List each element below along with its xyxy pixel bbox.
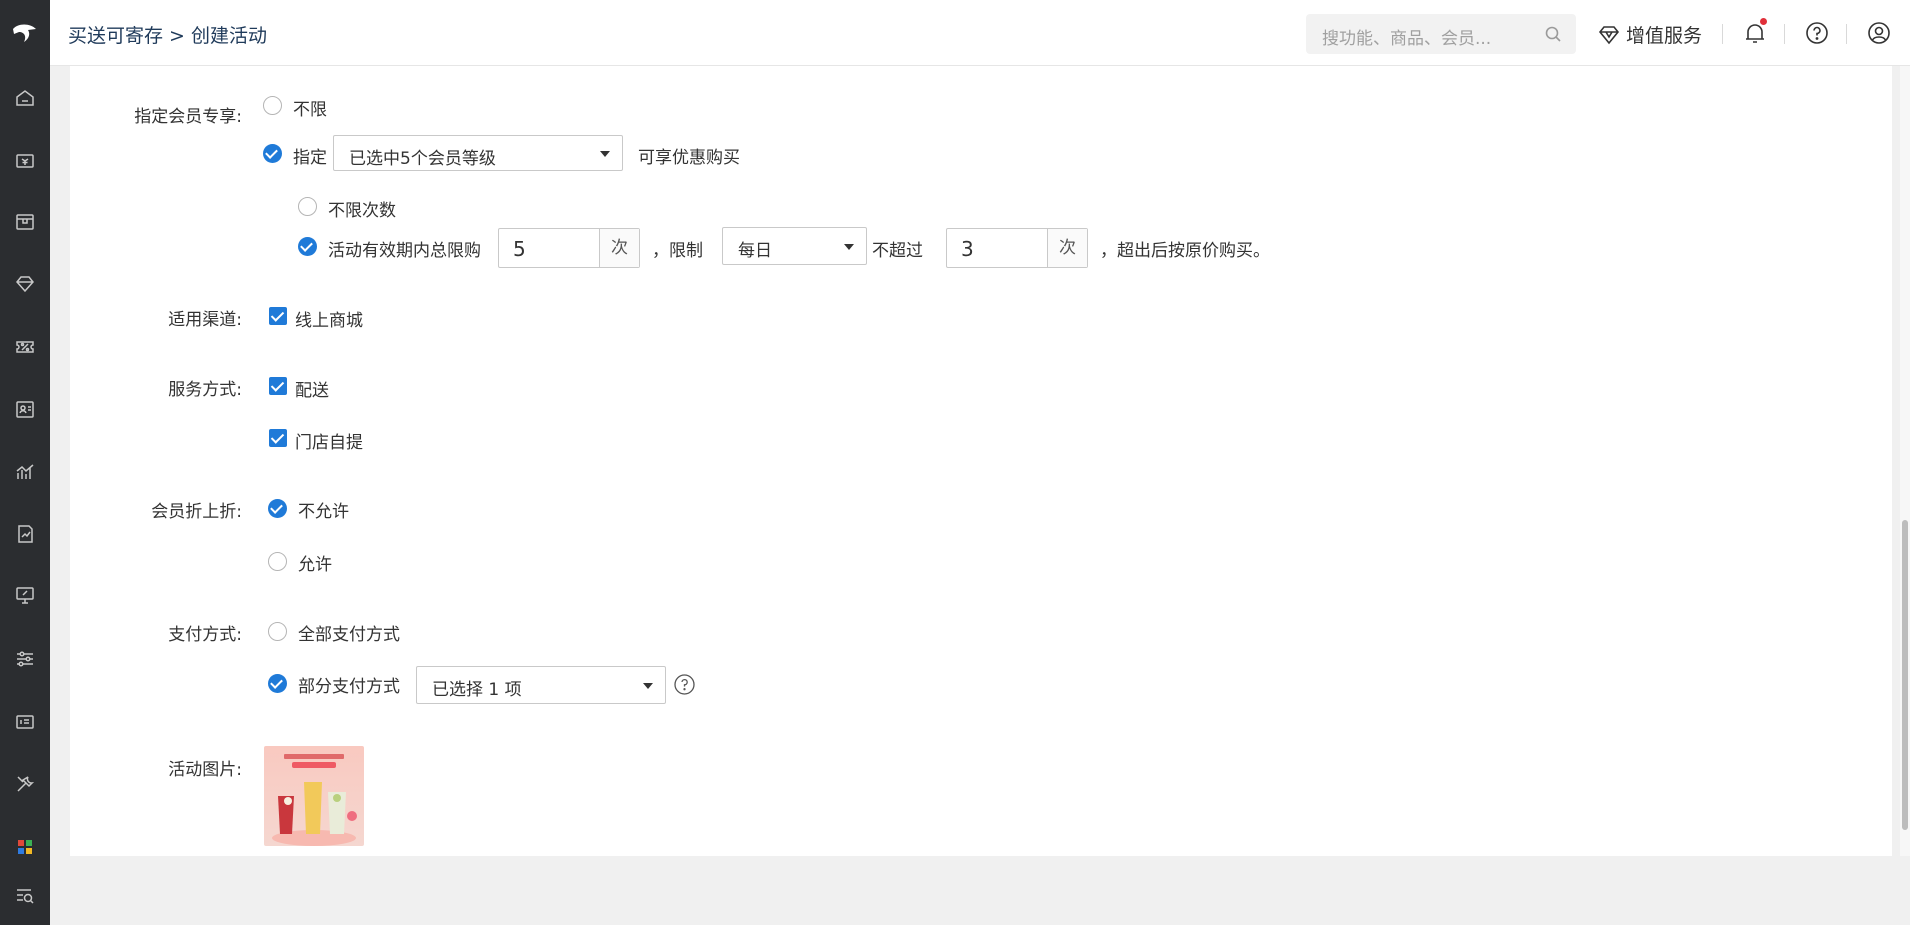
- search-box[interactable]: 搜功能、商品、会员...: [1306, 14, 1576, 54]
- payment-method-select-value: 已选择 1 项: [432, 680, 522, 700]
- per-period-limit-unit: 次: [1047, 229, 1087, 267]
- member-level-select-value: 已选中5个会员等级: [349, 149, 496, 169]
- member-exclusive-label: 指定会员专享:: [134, 107, 242, 127]
- total-limit-unit: 次: [599, 229, 639, 267]
- period-select[interactable]: 每日: [722, 227, 867, 265]
- help-icon[interactable]: [1804, 20, 1830, 46]
- radio-total-limit[interactable]: [298, 237, 317, 256]
- sidebar: [0, 0, 50, 925]
- member-exclusive-suffix: 可享优惠购买: [638, 148, 740, 168]
- checkbox-delivery[interactable]: [269, 377, 287, 395]
- radio-member-unlimited[interactable]: [263, 96, 282, 115]
- apps-icon[interactable]: [0, 827, 50, 867]
- radio-partial-payment-label: 部分支付方式: [298, 677, 400, 697]
- bell-icon[interactable]: [1742, 18, 1768, 46]
- top-header: 买送可寄存 > 创建活动 搜功能、商品、会员... 增值服务: [50, 0, 1910, 66]
- box-icon[interactable]: [0, 202, 50, 242]
- cashier-icon[interactable]: [0, 141, 50, 181]
- member-discount-label: 会员折上折:: [151, 502, 242, 522]
- checkbox-online-mall-label: 线上商城: [295, 311, 363, 331]
- radio-allowed[interactable]: [268, 552, 287, 571]
- radio-unlimited-times-label: 不限次数: [328, 201, 396, 221]
- radio-member-specify-label: 指定: [293, 148, 327, 168]
- not-exceed-text: 不超过: [872, 241, 923, 261]
- divider: [1846, 24, 1847, 44]
- activity-image-label: 活动图片:: [168, 760, 242, 780]
- value-added-service-button[interactable]: 增值服务: [1598, 21, 1702, 48]
- chevron-down-icon: [600, 151, 610, 157]
- sliders-icon[interactable]: [0, 639, 50, 679]
- coupon-icon[interactable]: [0, 327, 50, 367]
- divider: [1784, 24, 1785, 44]
- user-account-icon[interactable]: [1866, 20, 1892, 46]
- limit-comma-text: ，限制: [652, 241, 703, 261]
- per-period-limit-value[interactable]: 3: [961, 237, 974, 261]
- activity-image-thumbnail[interactable]: [264, 746, 364, 846]
- notification-dot: [1760, 18, 1767, 25]
- help-circle-icon[interactable]: [674, 674, 695, 695]
- radio-member-specify[interactable]: [263, 144, 282, 163]
- chevron-down-icon: [844, 244, 854, 250]
- search-icon[interactable]: [1544, 25, 1562, 47]
- checkbox-delivery-label: 配送: [295, 381, 329, 401]
- payment-label: 支付方式:: [168, 625, 242, 645]
- radio-not-allowed-label: 不允许: [298, 502, 349, 522]
- diamond-icon: [1598, 25, 1620, 44]
- channel-label: 适用渠道:: [168, 310, 242, 330]
- period-select-value: 每日: [738, 241, 772, 261]
- scrollbar[interactable]: [1900, 66, 1910, 856]
- breadcrumb: 买送可寄存 > 创建活动: [68, 25, 267, 47]
- checkbox-pickup-label: 门店自提: [295, 433, 363, 453]
- checkbox-pickup[interactable]: [269, 429, 287, 447]
- radio-all-payment[interactable]: [268, 622, 287, 641]
- radio-unlimited-times[interactable]: [298, 197, 317, 216]
- search-input[interactable]: 搜功能、商品、会员...: [1322, 24, 1491, 49]
- total-limit-input[interactable]: 5 次: [498, 228, 640, 268]
- radio-not-allowed[interactable]: [268, 499, 287, 518]
- scrollbar-thumb[interactable]: [1902, 520, 1908, 830]
- search-list-icon[interactable]: [0, 876, 50, 916]
- member-level-select[interactable]: 已选中5个会员等级: [333, 135, 623, 171]
- diamond-icon[interactable]: [0, 264, 50, 304]
- radio-total-limit-label: 活动有效期内总限购: [328, 241, 481, 261]
- radio-all-payment-label: 全部支付方式: [298, 625, 400, 645]
- radio-member-unlimited-label: 不限: [293, 100, 327, 120]
- value-added-service-label: 增值服务: [1626, 25, 1703, 47]
- radio-allowed-label: 允许: [298, 555, 332, 575]
- per-period-limit-input[interactable]: 3 次: [946, 228, 1088, 268]
- total-limit-value[interactable]: 5: [513, 237, 526, 261]
- radio-partial-payment[interactable]: [268, 674, 287, 693]
- divider: [1722, 24, 1723, 44]
- chevron-down-icon: [643, 683, 653, 689]
- service-label: 服务方式:: [168, 380, 242, 400]
- logo-icon[interactable]: [0, 0, 50, 66]
- payment-method-select[interactable]: 已选择 1 项: [416, 666, 666, 704]
- checkbox-online-mall[interactable]: [269, 307, 287, 325]
- monitor-icon[interactable]: [0, 575, 50, 615]
- ticket-icon[interactable]: [0, 702, 50, 742]
- chart-icon[interactable]: [0, 452, 50, 492]
- limit-tail-text: ，超出后按原价购买。: [1100, 241, 1270, 261]
- form-panel: [70, 66, 1892, 856]
